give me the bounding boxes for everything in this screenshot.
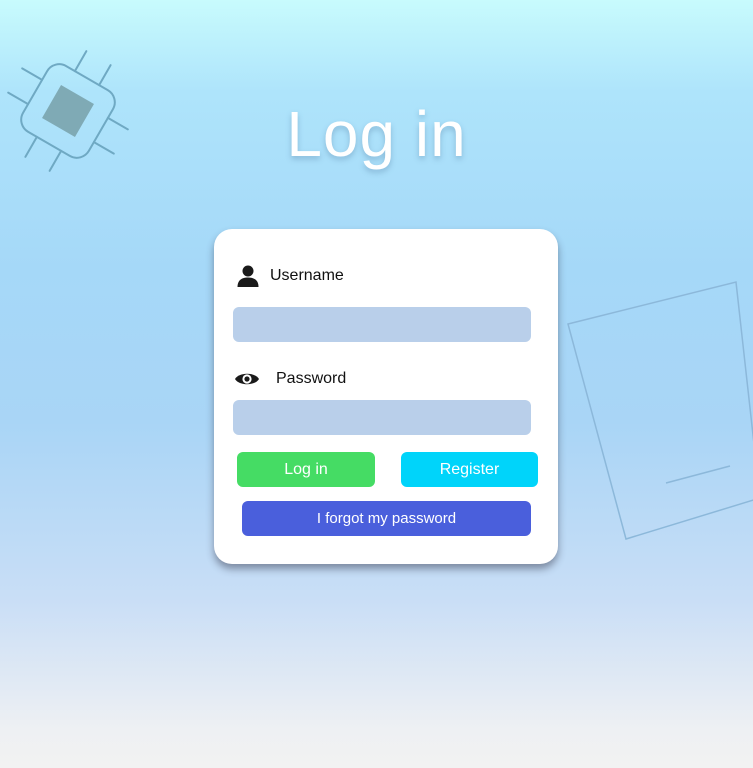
- page-title: Log in: [286, 98, 467, 170]
- user-icon: [236, 264, 260, 288]
- login-button[interactable]: Log in: [237, 452, 375, 487]
- register-button[interactable]: Register: [401, 452, 538, 487]
- password-input[interactable]: [233, 400, 531, 435]
- forgot-password-button[interactable]: I forgot my password: [242, 501, 531, 536]
- username-label-row: Username: [236, 261, 344, 291]
- card-outline-decoration: [567, 281, 753, 540]
- eye-icon[interactable]: [234, 370, 260, 388]
- username-input[interactable]: [233, 307, 531, 342]
- password-label-row: Password: [234, 365, 346, 393]
- password-label: Password: [276, 370, 347, 387]
- login-card: Username Password Log in Register I forg…: [214, 229, 558, 564]
- username-label: Username: [270, 267, 344, 284]
